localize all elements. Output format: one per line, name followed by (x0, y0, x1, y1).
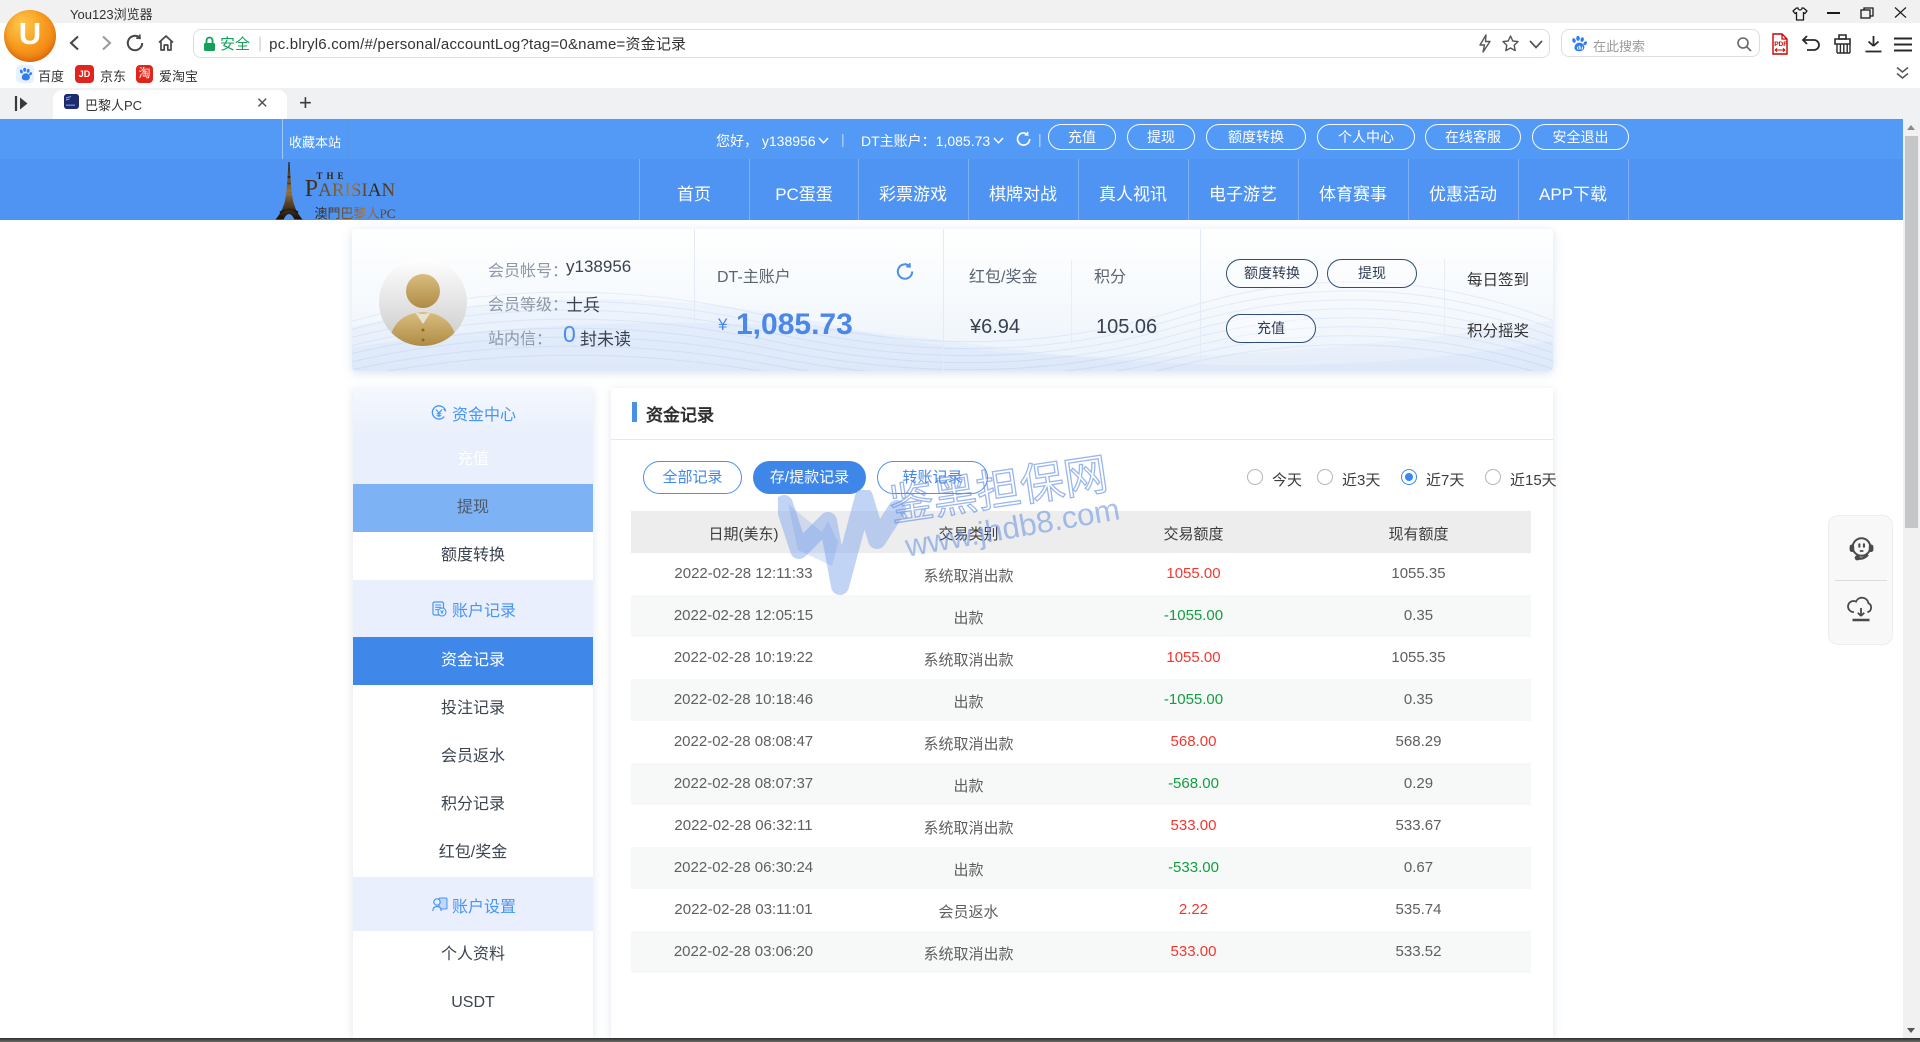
svg-text:PDF: PDF (1774, 41, 1787, 48)
svg-text:du: du (1577, 46, 1584, 52)
